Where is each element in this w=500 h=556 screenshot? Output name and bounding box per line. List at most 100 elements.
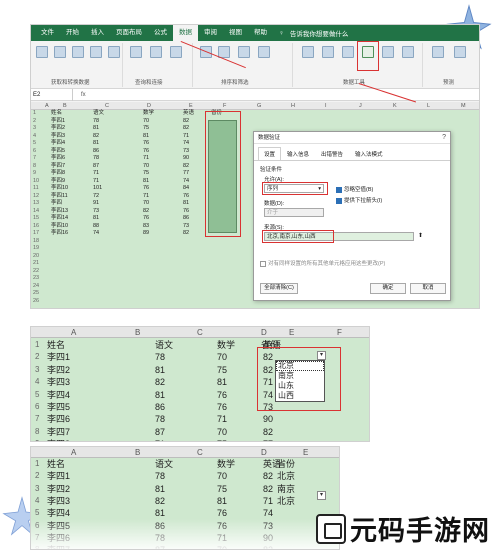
filter-button[interactable] [237,46,251,62]
from-text-button[interactable] [53,46,67,62]
queries-button[interactable] [149,46,163,62]
cell[interactable]: 李四4 [47,507,70,519]
cell[interactable]: 76 [143,148,149,155]
cell[interactable]: 71 [93,170,99,177]
column-header[interactable]: C [197,447,203,458]
column-header[interactable]: L [427,102,430,110]
cell[interactable]: 李四1 [47,470,70,482]
cell[interactable]: 82 [263,470,273,482]
cell[interactable]: 78 [155,470,165,482]
cell[interactable]: 76 [217,389,227,401]
from-web-button[interactable] [71,46,85,62]
cell[interactable]: 81 [217,495,227,507]
cell[interactable]: 李四7 [47,426,70,438]
column-header[interactable]: G [257,102,261,110]
cell[interactable]: 82 [155,495,165,507]
cell[interactable]: 70 [143,118,149,125]
cell[interactable]: 74 [183,178,189,185]
column-header[interactable]: A [45,102,49,110]
relationships-button[interactable] [401,46,415,62]
forecast-sheet-button[interactable] [453,46,467,62]
menu-item[interactable]: 数据 [173,25,198,41]
ok-button[interactable]: 确定 [370,283,406,294]
selected-range[interactable] [208,120,237,233]
cell[interactable]: 86 [155,401,165,413]
refresh-all-button[interactable] [129,46,143,62]
column-header[interactable]: B [135,447,140,458]
consolidate-button[interactable] [381,46,395,62]
cell[interactable]: 数学 [217,458,235,470]
cell[interactable]: 73 [183,148,189,155]
cell[interactable]: 李四 [51,200,62,207]
column-header[interactable]: D [261,327,267,338]
menu-item[interactable]: 审阅 [198,25,223,41]
column-header[interactable]: B [135,327,140,338]
cell[interactable]: 81 [155,507,165,519]
cell[interactable]: 81 [217,376,227,388]
ignore-blank-option[interactable]: 忽略空值(B) [336,185,373,193]
cell[interactable]: 71 [93,178,99,185]
column-header[interactable]: E [303,447,308,458]
cell[interactable]: 南京 [277,483,295,495]
cell[interactable]: 75 [143,125,149,132]
column-header[interactable]: A [71,447,76,458]
cell[interactable]: 李四2 [47,483,70,495]
clear-all-button[interactable]: 全部清除(C) [260,283,298,294]
column-header[interactable]: F [223,102,226,110]
cell[interactable]: 78 [93,155,99,162]
cell[interactable]: 李四8 [47,438,70,441]
cell[interactable]: 70 [217,470,227,482]
from-table-button[interactable] [89,46,103,62]
cell[interactable]: 数学 [217,339,235,351]
column-header[interactable]: H [291,102,295,110]
cell[interactable]: 李四10 [51,223,68,230]
menu-item[interactable]: 公式 [148,25,173,41]
cell[interactable]: 82 [263,483,273,495]
text-to-columns-button[interactable] [301,46,315,62]
what-if-button[interactable] [431,46,445,62]
cell[interactable]: 李四3 [47,495,70,507]
column-header[interactable]: E [189,102,193,110]
cell[interactable]: 75 [217,438,227,441]
cell[interactable]: 78 [155,351,165,363]
cell[interactable]: 70 [217,351,227,363]
column-header[interactable]: M [461,102,466,110]
cell[interactable]: 数学 [143,110,154,117]
column-header[interactable]: A [71,327,76,338]
cell[interactable]: 李四4 [51,140,65,147]
cell[interactable]: 李四9 [51,178,65,185]
cell[interactable]: 82 [183,163,189,170]
dialog-tab[interactable]: 出错警告 [315,147,349,160]
cell[interactable]: 李四8 [51,170,65,177]
fx-icon[interactable]: fx [73,92,94,98]
properties-button[interactable] [169,46,183,62]
cell[interactable]: 81 [93,140,99,147]
cell[interactable]: 李四7 [51,163,65,170]
column-header[interactable]: D [261,447,267,458]
cell[interactable]: 75 [143,170,149,177]
cell[interactable]: 81 [93,125,99,132]
cell[interactable]: 71 [183,133,189,140]
dialog-tab[interactable]: 设置 [258,147,282,160]
cell[interactable]: 语文 [155,339,173,351]
cell[interactable]: 李四1 [47,351,70,363]
dialog-tab[interactable]: 输入法模式 [349,147,389,160]
column-header[interactable]: C [105,102,109,110]
cell[interactable]: 李四5 [47,401,70,413]
cell[interactable]: 李四4 [47,389,70,401]
clear-filter-button[interactable] [257,46,271,62]
cell[interactable]: 73 [183,223,189,230]
cell[interactable]: 81 [143,178,149,185]
cell[interactable]: 75 [217,364,227,376]
menu-item[interactable]: 页面布局 [110,25,148,41]
cell[interactable]: 70 [143,200,149,207]
cell[interactable]: 82 [93,133,99,140]
column-header[interactable]: E [289,327,294,338]
cell[interactable]: 76 [217,507,227,519]
cell[interactable]: 81 [143,133,149,140]
cell[interactable]: 72 [93,193,99,200]
cell[interactable]: 82 [155,376,165,388]
cell[interactable]: 姓名 [51,110,62,117]
cell[interactable]: 71 [155,438,165,441]
cell[interactable]: 81 [183,200,189,207]
